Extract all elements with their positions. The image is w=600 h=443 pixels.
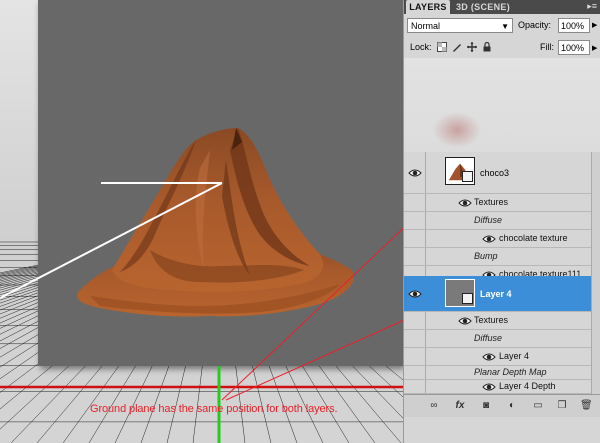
fill-slider-icon[interactable]: ▶ [592,44,597,52]
eye-icon[interactable] [408,287,422,301]
visibility-column [404,230,426,247]
lock-label: Lock: [410,42,432,52]
eye-icon[interactable] [482,350,496,364]
lock-position-icon[interactable] [467,42,477,52]
panel-menu-icon[interactable]: ▸≡ [587,1,597,12]
fill-label: Fill: [540,42,554,52]
new-layer-icon[interactable]: ❐ [556,400,568,412]
visibility-column [404,330,426,347]
chocolate-mountain-render [77,128,354,317]
eye-icon[interactable] [482,232,496,246]
sublayer-row[interactable]: Layer 4 [404,348,600,366]
mask-icon[interactable]: ◙ [480,400,492,412]
visibility-column [404,366,426,379]
tab-layers[interactable]: LAYERS [406,0,450,14]
visibility-column [404,348,426,365]
fx-icon[interactable]: fx [454,400,466,412]
fill-input[interactable]: 100% [558,40,590,55]
opacity-label: Opacity: [518,20,552,30]
sublayer-row[interactable]: Diffuse [404,330,600,348]
panel-tab-bar: LAYERS 3D (SCENE) ▸≡ [404,0,600,14]
layer-row-choco3[interactable]: choco3 ▾ [404,152,600,194]
blend-mode-select[interactable]: Normal ▼ [407,18,513,33]
group-icon[interactable]: ▭ [532,400,544,412]
map-type-label: Planar Depth Map [474,367,547,377]
lock-transparency-icon[interactable] [437,42,447,52]
blend-options-row: Normal ▼ Opacity: 100% ▶ [407,17,598,35]
3d-viewport[interactable]: Ground plane has the same position for b… [0,0,403,443]
3d-layer-badge-icon [462,293,473,304]
visibility-column [404,194,426,211]
texture-label[interactable]: Layer 4 Depth [499,381,556,391]
visibility-column [404,248,426,265]
blurred-layer-list-area [404,58,600,153]
annotation-caption: Ground plane has the same position for b… [90,403,338,415]
sublayer-row[interactable]: Textures [404,312,600,330]
panel-footer: ∞ fx ◙ ◐ ▭ ❐ 🗑 [404,394,600,417]
blend-mode-value: Normal [411,21,441,31]
layers-scrollbar[interactable] [591,152,600,394]
map-type-label: Diffuse [474,215,503,225]
textures-group-label: Textures [474,315,509,325]
layers-panel: LAYERS 3D (SCENE) ▸≡ Normal ▼ Opacity: 1… [403,0,600,443]
sublayer-row[interactable]: Diffuse [404,212,600,230]
texture-label[interactable]: Layer 4 [499,351,529,361]
lock-pixels-icon[interactable] [452,42,462,52]
map-type-label: Diffuse [474,333,503,343]
layer-name-choco3[interactable]: choco3 [480,168,509,178]
opacity-input[interactable]: 100% [558,18,590,33]
texture-label[interactable]: chocolate texture [499,233,568,243]
sublayer-row[interactable]: Textures [404,194,600,212]
eye-icon[interactable] [408,166,422,180]
visibility-column [404,212,426,229]
eye-icon[interactable] [482,380,496,394]
layer-name-layer-4[interactable]: Layer 4 [480,289,512,299]
sublayer-row[interactable]: chocolate texture [404,230,600,248]
trash-icon[interactable]: 🗑 [580,400,593,412]
eye-icon[interactable] [458,314,472,328]
opacity-slider-icon[interactable]: ▶ [592,21,597,29]
textures-group-label: Textures [474,197,509,207]
eye-icon[interactable] [458,196,472,210]
link-icon[interactable]: ∞ [428,400,440,412]
lock-all-icon[interactable] [482,42,492,52]
adjustment-icon[interactable]: ◐ [506,400,518,412]
tab-3d-scene[interactable]: 3D (SCENE) [454,0,512,14]
lock-row: Lock: Fill: 100% ▶ [407,40,598,56]
sublayer-row[interactable]: Bump [404,248,600,266]
chevron-down-icon: ▼ [501,22,509,31]
visibility-column [404,312,426,329]
sublayer-row[interactable]: Layer 4 Depth [404,380,600,394]
sublayer-row[interactable]: Planar Depth Map [404,366,600,380]
3d-layer-badge-icon [462,171,473,182]
layer-row-layer-4[interactable]: Layer 4 ▾ [404,276,600,312]
visibility-column [404,380,426,393]
map-type-label: Bump [474,251,498,261]
